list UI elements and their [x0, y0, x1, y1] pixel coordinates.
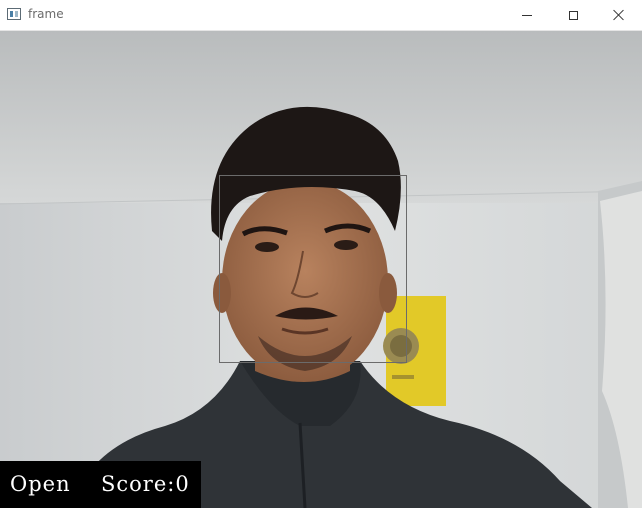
face [222, 181, 388, 381]
maximize-button[interactable] [550, 0, 596, 30]
status-overlay: Open Score:0 [0, 461, 201, 508]
camera-frame [0, 31, 642, 508]
minimize-button[interactable] [504, 0, 550, 30]
eye-status-text: Open [10, 472, 71, 496]
title-bar: frame [0, 0, 642, 31]
score-text: Score:0 [101, 472, 190, 496]
window-title: frame [28, 7, 64, 21]
minimize-icon [522, 14, 532, 16]
close-button[interactable] [596, 0, 642, 30]
window-app-icon [7, 8, 21, 20]
close-icon [613, 9, 625, 21]
maximize-icon [568, 10, 578, 20]
